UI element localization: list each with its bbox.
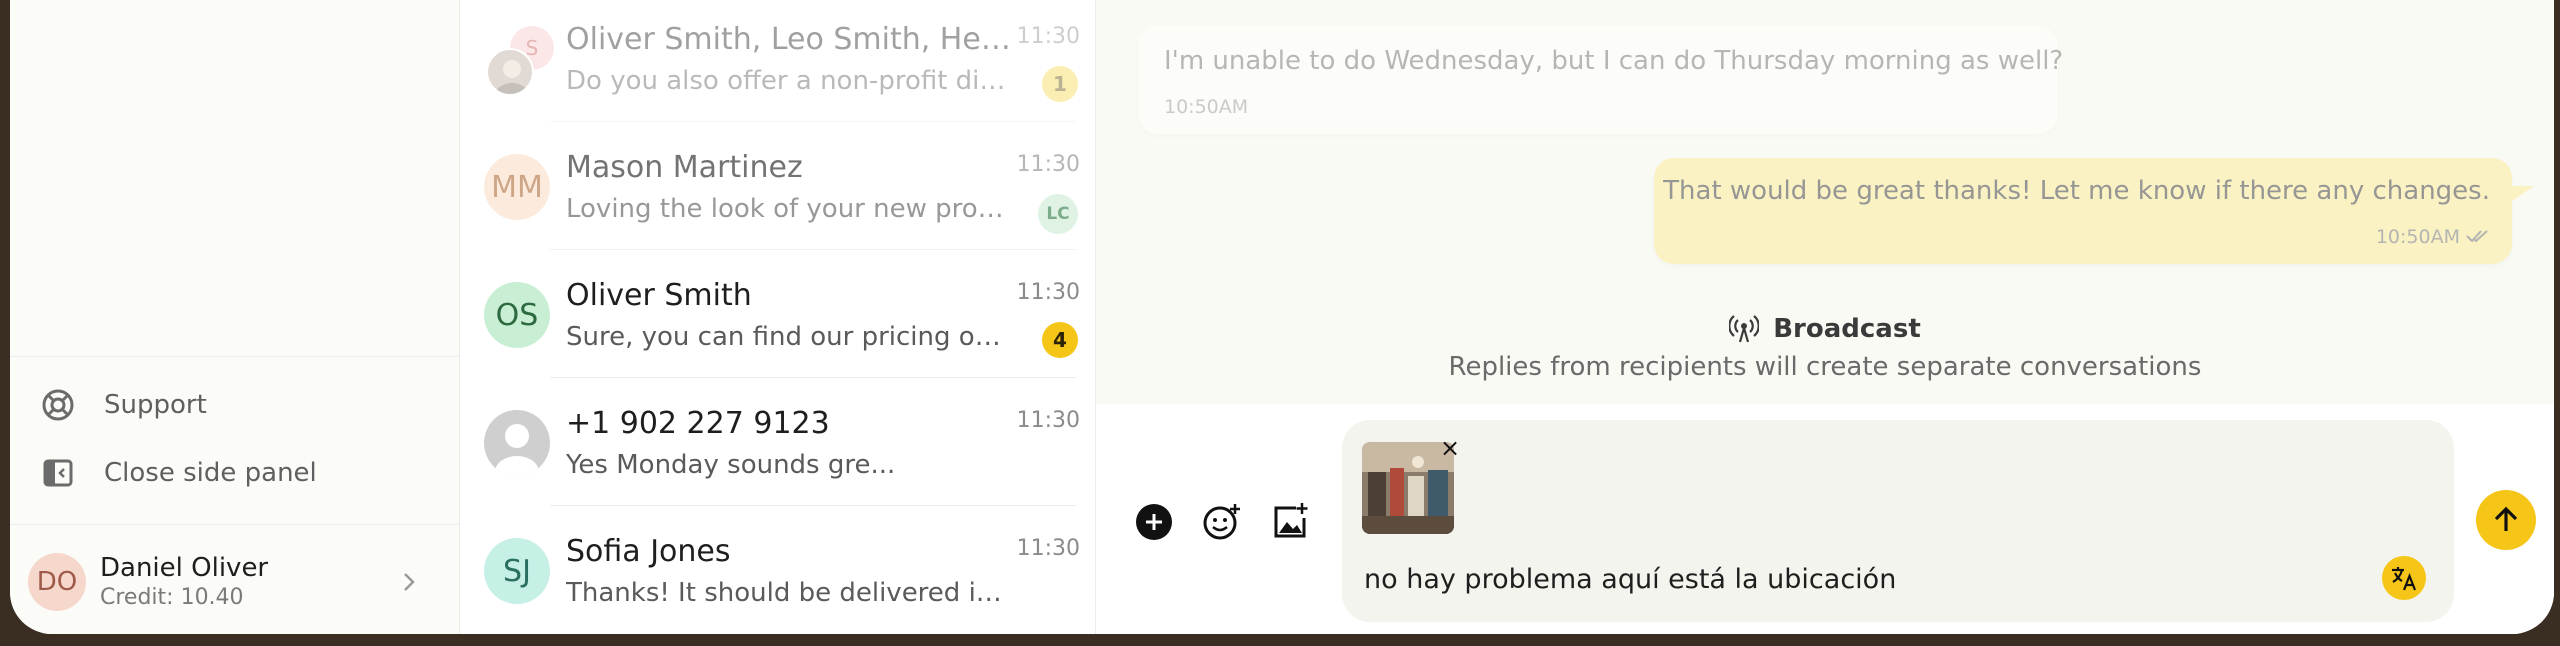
message-composer[interactable]: × no hay problema aquí está la ubicación [1342, 420, 2454, 622]
broadcast-subtitle: Replies from recipients will create sepa… [1448, 352, 2202, 382]
group-member-photo [486, 48, 534, 96]
conversation-name: Oliver Smith, Leo Smith, Hect... [566, 22, 1014, 57]
add-button[interactable] [1132, 500, 1176, 544]
user-name: Daniel Oliver [100, 553, 269, 583]
conversation-name: Oliver Smith [566, 278, 752, 313]
account-menu[interactable]: DO Daniel Oliver Credit: 10.40 [28, 546, 431, 618]
chevron-right-icon [399, 568, 419, 600]
conversation-item[interactable]: +1 902 227 9123 Yes Monday sounds gre...… [460, 378, 1096, 506]
side-panel: Support Close side panel DO Daniel Olive… [10, 0, 460, 634]
conversation-item[interactable]: S Oliver Smith, Leo Smith, Hect... Do yo… [460, 0, 1096, 122]
unread-badge: 1 [1042, 66, 1078, 102]
unread-badge: 4 [1042, 322, 1078, 358]
support-label: Support [104, 390, 207, 420]
conversation-time: 11:30 [1016, 152, 1080, 177]
add-icon [1136, 504, 1172, 540]
conversation-preview: Loving the look of your new prod... [566, 194, 1014, 224]
broadcast-heading: Broadcast [1096, 314, 2554, 344]
read-receipt-icon [2466, 228, 2490, 248]
attach-image-button[interactable] [1268, 500, 1312, 544]
conversation-item[interactable]: MM Mason Martinez Loving the look of you… [460, 122, 1096, 250]
outgoing-message: That would be great thanks! Let me know … [1654, 158, 2534, 264]
send-button[interactable] [2476, 490, 2536, 550]
broadcast-title: Broadcast [1773, 314, 1921, 344]
conversation-item[interactable]: SJ Sofia Jones Thanks! It should be deli… [460, 506, 1096, 634]
user-info: Daniel Oliver Credit: 10.40 [100, 552, 268, 612]
app-window: Support Close side panel DO Daniel Olive… [10, 0, 2554, 634]
chat-pane: I'm unable to do Wednesday, but I can do… [1096, 0, 2554, 634]
message-time: 10:50AM [1164, 96, 1249, 118]
avatar: DO [28, 553, 86, 611]
conversation-preview: Thanks! It should be delivered in... [566, 578, 1014, 608]
assignee-badge: LC [1038, 194, 1078, 234]
conversation-time: 11:30 [1016, 408, 1080, 433]
translate-icon [2392, 567, 2417, 591]
message-text: I'm unable to do Wednesday, but I can do… [1164, 46, 2064, 76]
conversation-preview: Sure, you can find our pricing on... [566, 322, 1014, 352]
conversation-time: 11:30 [1016, 280, 1080, 305]
conversation-item[interactable]: OS Oliver Smith Sure, you can find our p… [460, 250, 1096, 378]
avatar: OS [484, 282, 550, 348]
avatar: MM [484, 154, 550, 220]
emoji-add-icon [1203, 504, 1240, 540]
support-link[interactable]: Support [40, 380, 207, 430]
incoming-message: I'm unable to do Wednesday, but I can do… [1138, 26, 2063, 134]
bubble-tail [2508, 186, 2534, 204]
conversation-time: 11:30 [1016, 536, 1080, 561]
message-text: That would be great thanks! Let me know … [1663, 176, 2490, 206]
user-credit: Credit: 10.40 [100, 585, 244, 610]
close-side-panel-button[interactable]: Close side panel [40, 448, 317, 498]
divider [10, 356, 459, 357]
composer-bar: × no hay problema aquí está la ubicación [1096, 404, 2554, 634]
lifebuoy-icon [40, 387, 76, 423]
arrow-up-icon [2494, 506, 2518, 531]
default-user-avatar-icon [484, 410, 550, 476]
broadcast-icon [1729, 314, 1760, 344]
message-time: 10:50AM [2375, 226, 2460, 248]
translate-button[interactable] [2382, 556, 2426, 600]
divider [10, 524, 459, 525]
message-input[interactable]: no hay problema aquí está la ubicación [1364, 564, 2344, 595]
conversation-name: Mason Martinez [566, 150, 803, 185]
conversation-list: S Oliver Smith, Leo Smith, Hect... Do yo… [460, 0, 1096, 634]
conversation-preview: Do you also offer a non-profit dis... [566, 66, 1014, 96]
image-add-icon [1274, 503, 1308, 538]
conversation-time: 11:30 [1016, 24, 1080, 49]
emoji-button[interactable] [1200, 500, 1244, 544]
group-avatar: S [486, 26, 556, 96]
conversation-name: Sofia Jones [566, 534, 731, 569]
avatar: SJ [484, 538, 550, 604]
side-panel-icon [40, 455, 76, 491]
conversation-name: +1 902 227 9123 [566, 406, 830, 441]
close-side-panel-label: Close side panel [104, 458, 317, 488]
remove-attachment-button[interactable]: × [1436, 434, 1464, 462]
conversation-preview: Yes Monday sounds gre... [566, 450, 896, 480]
